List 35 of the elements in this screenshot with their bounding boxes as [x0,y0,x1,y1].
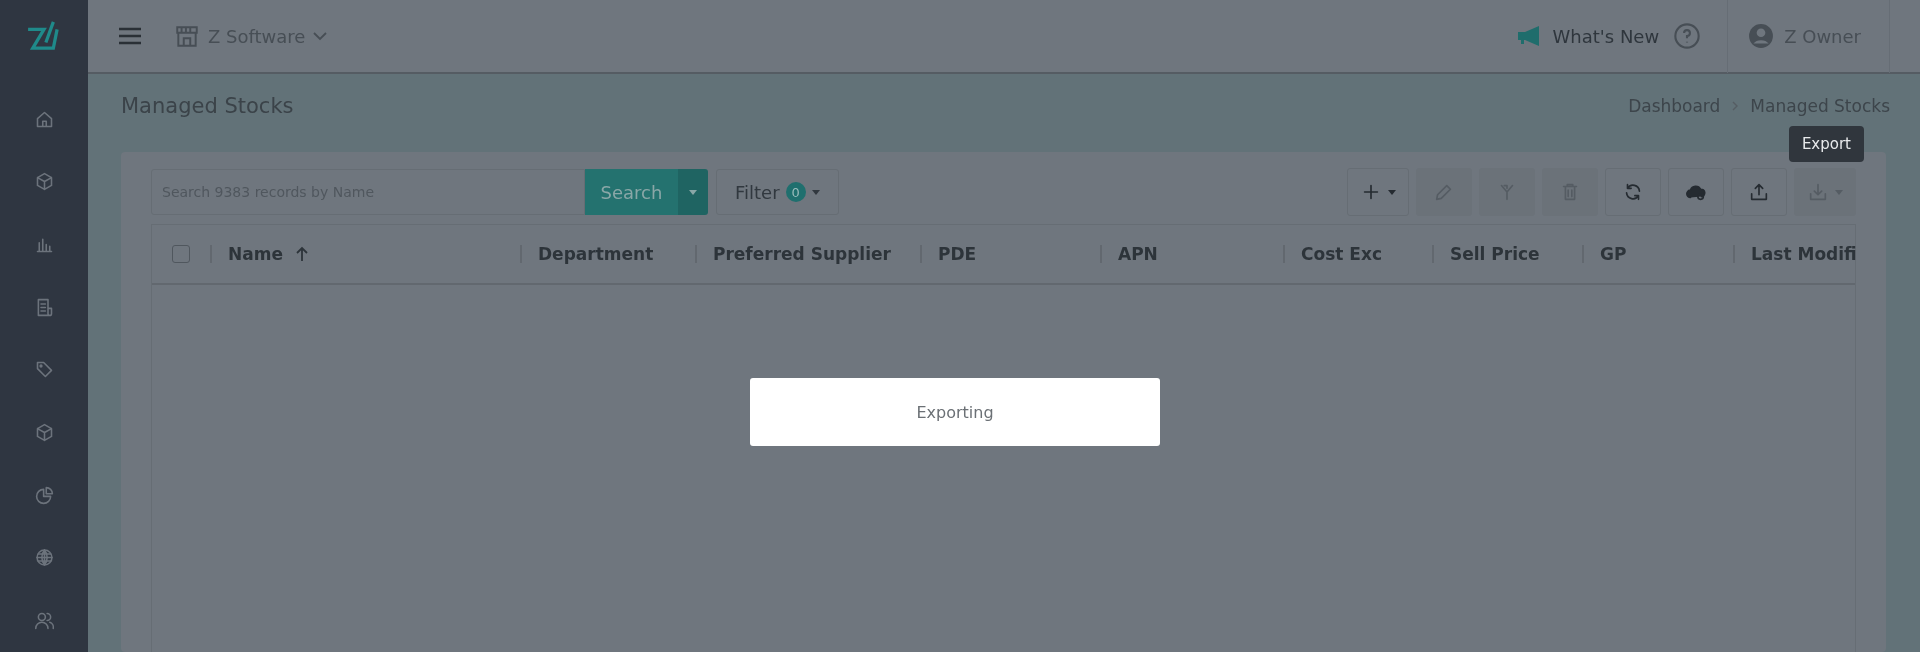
tooltip: Export [1788,126,1864,162]
store-icon [174,23,200,49]
toolbar-button[interactable] [1605,168,1661,216]
caret-icon [811,189,820,195]
avatar-icon [1748,23,1775,49]
menu-icon [118,27,142,45]
column-header[interactable]: Cost Exc [1301,244,1382,264]
column-header[interactable]: Department [538,244,654,264]
toolbar-button[interactable] [1347,168,1409,216]
search-button[interactable]: Search [585,169,678,215]
column-header[interactable]: Name [228,244,283,264]
dialog-message: Exporting [916,402,994,422]
globe-icon [33,547,55,569]
column-header[interactable]: Last Modifi [1751,244,1857,264]
users-icon [33,610,55,632]
column-header[interactable]: Preferred Supplier [713,244,891,264]
help-icon[interactable] [1673,22,1702,50]
column-header[interactable]: PDE [938,244,977,264]
filter-count: 0 [785,182,806,202]
upload-icon [1748,181,1770,203]
column-header[interactable]: GP [1600,244,1627,264]
column-header[interactable]: Sell Price [1450,244,1540,264]
chevron-down-icon[interactable] [313,31,328,41]
toolbar-button[interactable] [1668,168,1724,216]
column-header[interactable]: APN [1118,244,1158,264]
toolbar-button[interactable] [1731,168,1787,216]
select-all-checkbox[interactable] [172,245,190,263]
caret-icon [689,189,697,195]
caret-icon [1388,189,1396,195]
pie-chart-icon [33,484,55,506]
search-options-button[interactable] [678,169,708,215]
menu-button[interactable] [118,27,142,45]
whats-new-link[interactable]: What's New [1552,25,1660,47]
sort-arrow-up-icon [294,246,309,262]
filter-button[interactable]: Filter 0 [716,169,839,215]
